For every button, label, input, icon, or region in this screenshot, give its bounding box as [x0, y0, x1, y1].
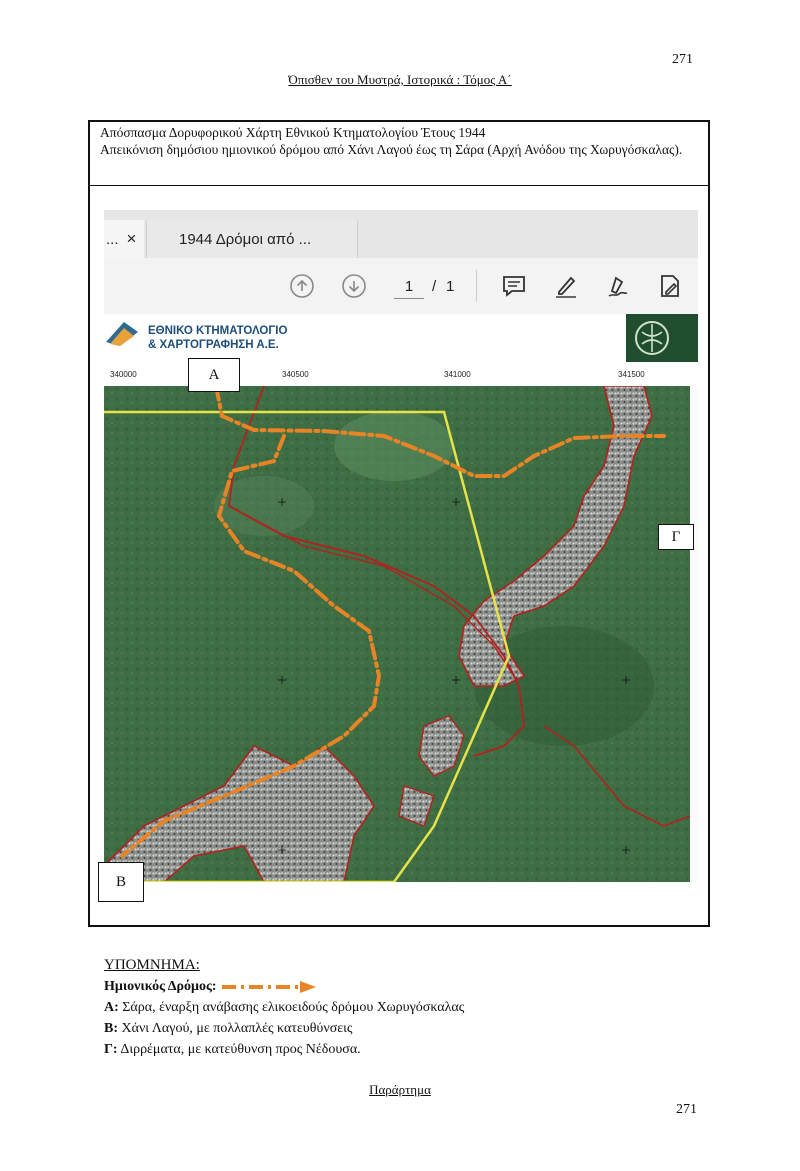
page-number-input[interactable]: 1 [394, 278, 424, 299]
legend-item-b: Β: Χάνι Λαγού, με πολλαπλές κατευθύνσεις [104, 1018, 464, 1039]
caption-line-2: Απεικόνιση δημόσιου ημιονικού δρόμου από… [100, 142, 683, 157]
legend-text: Διρρέματα, με κατεύθυνση προς Νέδουσα. [120, 1042, 361, 1057]
comment-icon[interactable] [500, 272, 528, 300]
org-name-line-2: & ΧΑΡΤΟΓΡΑΦΗΣΗ Α.Ε. [148, 339, 279, 351]
map-sheet: ΕΘΝΙΚΟ ΚΤΗΜΑΤΟΛΟΓΙΟ & ΧΑΡΤΟΓΡΑΦΗΣΗ Α.Ε. … [104, 314, 698, 882]
tick-label: 340000 [110, 370, 137, 379]
caption-divider [88, 185, 710, 186]
tab-document[interactable]: 1944 Δρόμοι από ... [146, 220, 358, 258]
running-head: Όπισθεν του Μυστρά, Ιστορικά : Τόμος Α΄ [288, 72, 512, 87]
org-name-line-1: ΕΘΝΙΚΟ ΚΤΗΜΑΤΟΛΟΓΙΟ [148, 325, 288, 337]
caption-line-1: Απόσπασμα Δορυφορικού Χάρτη Εθνικού Κτημ… [100, 125, 486, 140]
tick-label: 341500 [618, 370, 645, 379]
legend-text: Σάρα, έναρξη ανάβασης ελικοειδούς δρόμου… [122, 1000, 465, 1015]
legend-key: Α: [104, 1000, 119, 1015]
map-label-g: Γ [658, 524, 694, 550]
legend-item-g: Γ: Διρρέματα, με κατεύθυνση προς Νέδουσα… [104, 1039, 464, 1060]
tab-previous[interactable]: ... × [104, 220, 144, 258]
map-label-b: Β [98, 862, 144, 902]
ink-icon[interactable] [604, 272, 632, 300]
legend-key: Γ: [104, 1042, 118, 1057]
page-separator: / [432, 278, 437, 295]
close-icon[interactable]: × [127, 229, 137, 249]
cadastre-org-name: ΕΘΝΙΚΟ ΚΤΗΜΑΤΟΛΟΓΙΟ & ΧΑΡΤΟΓΡΑΦΗΣΗ Α.Ε. [148, 324, 287, 352]
cadastre-logo-icon [104, 314, 144, 354]
legend-title: ΥΠΟΜΝΗΜΑ: [104, 957, 200, 973]
tab-bar: ... × 1944 Δρόμοι από ... [104, 210, 698, 258]
map-legend: ΥΠΟΜΝΗΜΑ: Ημιονικός Δρόμος: Α: Σάρα, ένα… [104, 955, 464, 1060]
legend-text: Χάνι Λαγού, με πολλαπλές κατευθύνσεις [121, 1021, 353, 1036]
arrow-up-icon[interactable] [288, 272, 316, 300]
page-footer: Παράρτημα [369, 1082, 431, 1097]
tab-previous-label: ... [106, 230, 119, 248]
map-label-a: Α [188, 358, 240, 392]
tab-document-label: 1944 Δρόμοι από ... [179, 230, 312, 248]
route-symbol-icon [221, 980, 316, 993]
tick-label: 340500 [282, 370, 309, 379]
tick-label: 341000 [444, 370, 471, 379]
viewer-toolbar: 1 / 1 [104, 258, 698, 316]
page-total: 1 [446, 278, 455, 295]
legend-item-a: Α: Σάρα, έναρξη ανάβασης ελικοειδούς δρό… [104, 997, 464, 1018]
legend-key: Β: [104, 1021, 118, 1036]
edit-file-icon[interactable] [656, 272, 684, 300]
legend-route-label: Ημιονικός Δρόμος: [104, 979, 217, 994]
toolbar-divider [476, 270, 477, 302]
figure-caption: Απόσπασμα Δορυφορικού Χάρτη Εθνικού Κτημ… [94, 124, 706, 158]
page-number-top: 271 [672, 52, 693, 67]
draw-icon[interactable] [552, 272, 580, 300]
satellite-map [104, 386, 698, 882]
pdf-viewer-screenshot: ... × 1944 Δρόμοι από ... 1 / 1 ΕΘΝΙΚΟ Κ… [104, 210, 698, 882]
arrow-down-icon[interactable] [340, 272, 368, 300]
legend-route-row: Ημιονικός Δρόμος: [104, 976, 464, 997]
partner-logo-icon [626, 314, 698, 362]
page-number-bottom: 271 [676, 1102, 697, 1117]
